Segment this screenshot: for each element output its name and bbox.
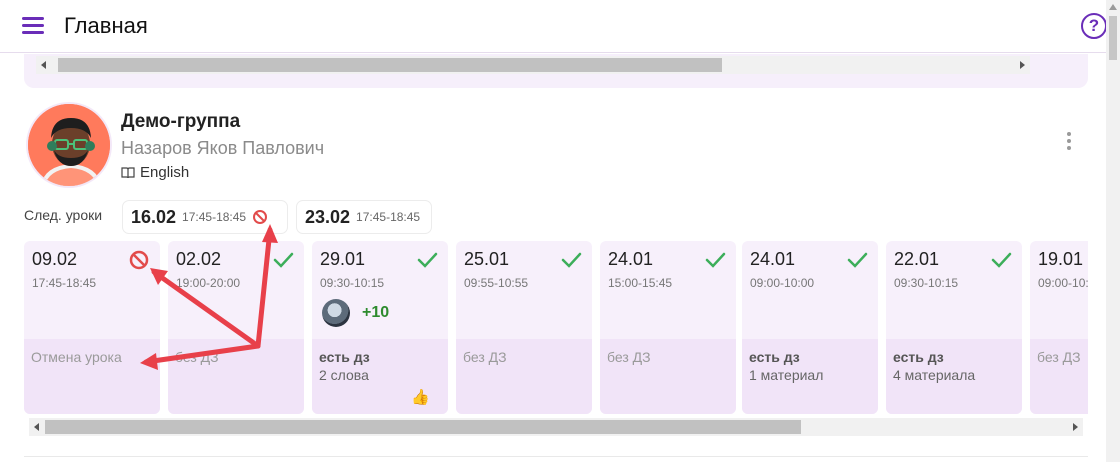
check-icon bbox=[991, 252, 1012, 268]
page-scrollbar[interactable] bbox=[1106, 0, 1120, 462]
homework-status: Отмена урока bbox=[31, 349, 122, 365]
homework-detail: 1 материал bbox=[749, 367, 824, 383]
next-lesson-date: 16.02 bbox=[131, 206, 177, 227]
lesson-card[interactable]: 29.01 09:30-10:15 +10 есть дз 2 слова 👍 bbox=[312, 241, 448, 414]
check-icon bbox=[847, 252, 868, 268]
lesson-date: 19.01 bbox=[1038, 249, 1084, 269]
next-lesson-date: 23.02 bbox=[305, 206, 351, 227]
lesson-date: 24.01 bbox=[608, 249, 654, 269]
scroll-left-icon[interactable] bbox=[41, 61, 46, 69]
lesson-card[interactable]: 25.01 09:55-10:55 без ДЗ bbox=[456, 241, 592, 414]
lesson-time: 09:55-10:55 bbox=[464, 276, 529, 290]
homework-detail: 2 слова bbox=[319, 367, 369, 383]
lesson-date: 25.01 bbox=[464, 249, 510, 269]
lesson-time: 09:30-10:15 bbox=[320, 276, 385, 290]
menu-icon[interactable] bbox=[22, 17, 44, 35]
group-avatar[interactable] bbox=[26, 102, 112, 188]
scrollbar-thumb[interactable] bbox=[45, 420, 801, 434]
group-title[interactable]: Демо-группа bbox=[121, 111, 240, 133]
lesson-card[interactable]: 09.02 17:45-18:45 Отмена урока bbox=[24, 241, 160, 414]
lesson-date: 29.01 bbox=[320, 249, 366, 269]
homework-section: без ДЗ bbox=[168, 339, 304, 414]
homework-status: без ДЗ bbox=[1037, 349, 1081, 365]
homework-section: без ДЗ bbox=[456, 339, 592, 414]
homework-status: есть дз bbox=[893, 349, 944, 365]
page-title: Главная bbox=[64, 13, 148, 38]
scroll-right-icon[interactable] bbox=[1020, 61, 1025, 69]
homework-section: без ДЗ bbox=[600, 339, 736, 414]
next-lesson-chip[interactable]: 23.02 17:45-18:45 bbox=[296, 200, 432, 234]
check-icon bbox=[273, 252, 294, 268]
scroll-right-icon[interactable] bbox=[1073, 423, 1078, 431]
lesson-card[interactable]: 02.02 19:00-20:00 без ДЗ bbox=[168, 241, 304, 414]
homework-status: без ДЗ bbox=[463, 349, 507, 365]
help-icon[interactable]: ? bbox=[1081, 13, 1107, 39]
subject-name: English bbox=[140, 164, 190, 181]
top-bar: Главная ? bbox=[0, 0, 1107, 53]
homework-detail: 4 материала bbox=[893, 367, 976, 383]
book-icon bbox=[121, 166, 135, 178]
lesson-time: 17:45-18:45 bbox=[32, 276, 97, 290]
next-lesson-time: 17:45-18:45 bbox=[182, 210, 247, 224]
lesson-date: 09.02 bbox=[32, 249, 78, 269]
divider bbox=[24, 456, 1088, 457]
scroll-left-icon[interactable] bbox=[34, 423, 39, 431]
check-icon bbox=[417, 252, 438, 268]
extra-participants-count: +10 bbox=[362, 304, 390, 321]
scrollbar-thumb[interactable] bbox=[1109, 16, 1117, 60]
homework-status: есть дз bbox=[749, 349, 800, 365]
subject-label: English bbox=[121, 164, 189, 181]
lesson-card[interactable]: 19.01 09:00-10:00 без ДЗ bbox=[1030, 241, 1088, 414]
previous-card-scrollbar[interactable] bbox=[36, 56, 1030, 74]
next-lesson-time: 17:45-18:45 bbox=[356, 210, 421, 224]
lessons-strip: 09.02 17:45-18:45 Отмена урока 02.02 19:… bbox=[24, 241, 1088, 416]
lesson-card[interactable]: 22.01 09:30-10:15 есть дз 4 материала bbox=[886, 241, 1022, 414]
homework-section: есть дз 4 материала bbox=[886, 339, 1022, 414]
homework-status: без ДЗ bbox=[175, 349, 219, 365]
lesson-date: 22.01 bbox=[894, 249, 940, 269]
next-lesson-chip[interactable]: 16.02 17:45-18:45 bbox=[122, 200, 288, 234]
scrollbar-thumb[interactable] bbox=[58, 58, 722, 72]
lesson-date: 24.01 bbox=[750, 249, 796, 269]
lesson-time: 09:00-10:00 bbox=[750, 276, 815, 290]
homework-section: без ДЗ bbox=[1030, 339, 1088, 414]
homework-status: есть дз bbox=[319, 349, 370, 365]
lesson-card[interactable]: 24.01 15:00-15:45 без ДЗ bbox=[600, 241, 736, 414]
group-card: Демо-группа Назаров Яков Павлович Englis… bbox=[24, 96, 1088, 458]
scroll-up-icon[interactable] bbox=[1109, 4, 1117, 10]
thumbs-up-icon: 👍 bbox=[411, 389, 430, 406]
homework-section: Отмена урока bbox=[24, 339, 160, 414]
homework-section: есть дз 1 материал bbox=[742, 339, 878, 414]
check-icon bbox=[705, 252, 726, 268]
next-lessons-label: След. уроки bbox=[24, 207, 103, 223]
cancel-icon bbox=[129, 250, 149, 270]
lesson-date: 02.02 bbox=[176, 249, 222, 269]
check-icon bbox=[561, 252, 582, 268]
lessons-scrollbar[interactable] bbox=[29, 418, 1083, 436]
cancel-icon bbox=[253, 210, 268, 224]
lesson-time: 09:00-10:00 bbox=[1038, 276, 1088, 290]
student-avatar bbox=[322, 299, 350, 327]
lesson-card[interactable]: 24.01 09:00-10:00 есть дз 1 материал bbox=[742, 241, 878, 414]
lesson-time: 19:00-20:00 bbox=[176, 276, 241, 290]
more-options-icon[interactable] bbox=[1064, 132, 1074, 152]
lesson-time: 09:30-10:15 bbox=[894, 276, 959, 290]
lesson-time: 15:00-15:45 bbox=[608, 276, 673, 290]
teacher-name: Назаров Яков Павлович bbox=[121, 138, 325, 158]
homework-status: без ДЗ bbox=[607, 349, 651, 365]
